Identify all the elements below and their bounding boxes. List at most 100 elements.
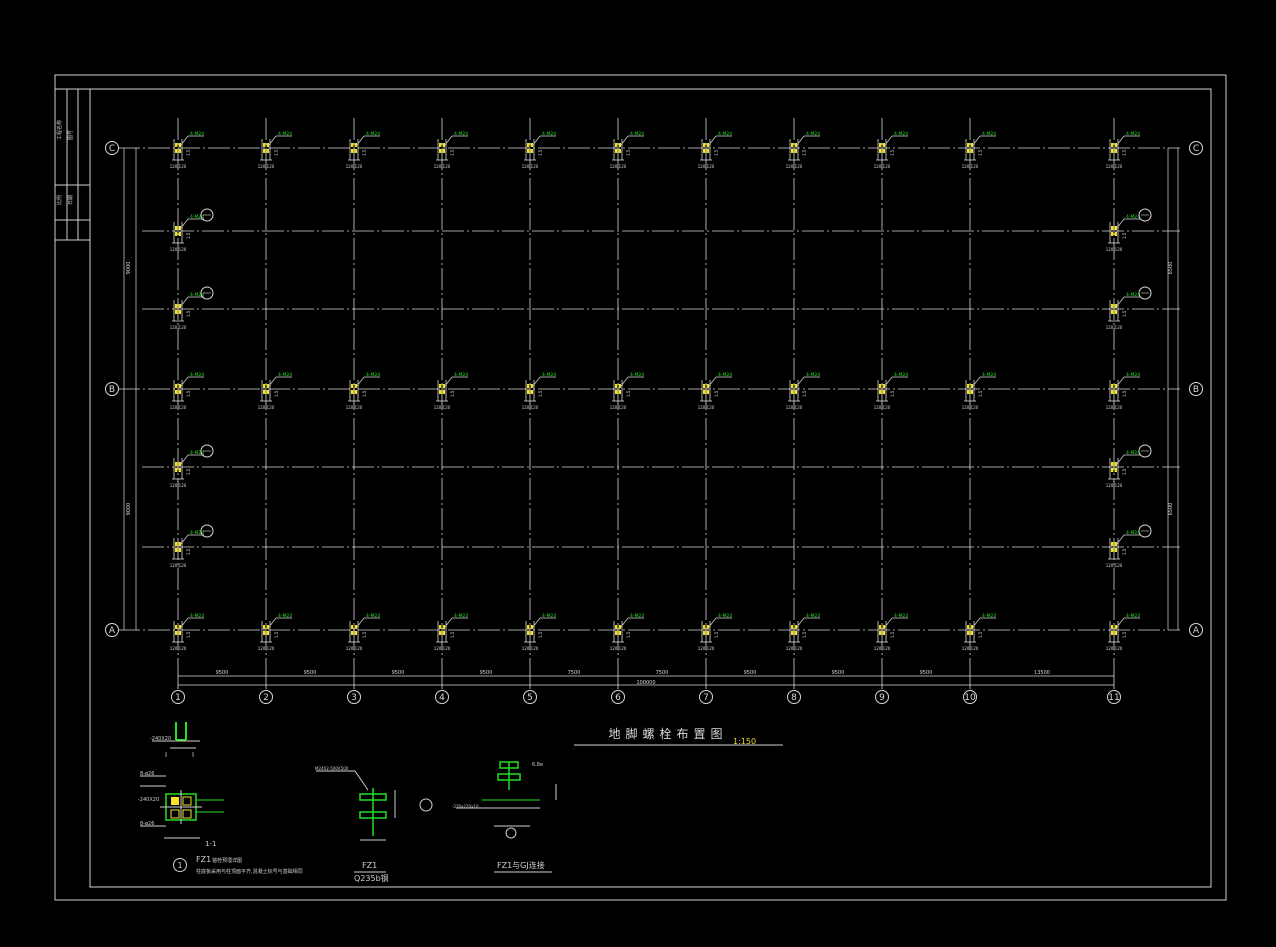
anchor-bolt-icon (439, 625, 442, 629)
axis-label-col: 2 (263, 693, 269, 703)
bolt-anchor-dim: 120|120 (1106, 646, 1123, 651)
bolt-spec-tag: 4-M24 (718, 131, 732, 137)
svg-text:1.5: 1.5 (626, 631, 631, 638)
detail1-text: 柱底板采用与柱顶面平齐,混凝土标号与基础相同 (196, 868, 303, 875)
dim-text-spacing: 13500 (1034, 670, 1050, 676)
bolt-spec-tag: 4-M24 (1126, 131, 1140, 137)
detail-fz1-gj: -270x220x10 6.8e FZ1与GJ连接 (452, 761, 557, 873)
svg-text:1.5: 1.5 (1122, 310, 1127, 317)
bolt-anchor-dim: 120|120 (1106, 247, 1123, 252)
bolt-spec-tag: 4-M24 (278, 131, 292, 137)
anchor-bolt-group: 4-M241.5120|120 (170, 613, 205, 651)
anchor-bolt-icon (439, 384, 442, 388)
dim-text-spacing: 9500 (392, 670, 405, 676)
svg-text:1.5: 1.5 (186, 548, 191, 555)
bolt-anchor-dim: 120|120 (1106, 483, 1123, 488)
svg-text:1.5: 1.5 (538, 149, 543, 156)
anchor-bolt-group: 4-M241.5120|120 (874, 613, 909, 651)
svg-text:1.5: 1.5 (1122, 149, 1127, 156)
svg-text:1.5: 1.5 (1122, 232, 1127, 239)
svg-text:1.5: 1.5 (186, 232, 191, 239)
axis-label-col: 5 (527, 693, 533, 703)
svg-text:1.5: 1.5 (362, 149, 367, 156)
anchor-bolt-icon (1111, 625, 1114, 629)
bolt-spec-tag: 4-M24 (366, 131, 380, 137)
bolt-anchor-dim: 120|120 (170, 646, 187, 651)
bolt-anchor-dim: 120|120 (962, 646, 979, 651)
bolt-spec-tag: 4-M24 (1126, 214, 1140, 220)
detail2-name: FZ1 (362, 861, 377, 870)
bolt-spec-tag: 4-M24 (1126, 450, 1140, 456)
anchor-bolt-group: 4-M241.5120|120 (522, 613, 557, 651)
anchor-bolt-group: 4-M241.5120|120 (962, 372, 997, 410)
bolt-anchor-dim: 120|120 (346, 164, 363, 169)
bolt-spec-tag: 4-M24 (1126, 372, 1140, 378)
anchor-bolt-group: 4-M241.5120|120 (258, 131, 293, 169)
bolt-spec-tag: 4-M24 (542, 131, 556, 137)
anchor-bolt-icon (439, 143, 442, 147)
svg-text:-270x220x10: -270x220x10 (452, 804, 479, 809)
svg-text:1.5: 1.5 (890, 390, 895, 397)
bolt-spec-tag: 4-M24 (630, 613, 644, 619)
svg-text:1.5: 1.5 (538, 390, 543, 397)
anchor-bolt-icon (1111, 304, 1114, 308)
bolt-anchor-dim: 120|120 (346, 405, 363, 410)
svg-text:1.5: 1.5 (362, 390, 367, 397)
drawing-sheet: 工程名称 图号 比例 日期 9500 9500 9500 9500 7500 7500 95… (54, 74, 1227, 901)
svg-text:1.5: 1.5 (802, 631, 807, 638)
bolt-anchor-dim: 120|120 (170, 325, 187, 330)
anchor-bolt-icon (175, 542, 178, 546)
anchor-bolt-group: 4-M241.5120|120 (170, 292, 205, 330)
bolt-anchor-dim: 120|120 (258, 405, 275, 410)
dim-text-total: 100000 (636, 680, 655, 686)
svg-text:1.5: 1.5 (450, 631, 455, 638)
anchor-bolt-icon (351, 625, 354, 629)
anchor-bolt-group: 4-M241.5120|120 (346, 613, 381, 651)
axis-labels: 1 2 3 4 5 6 7 8 9 10 11 C C B B A A (105, 141, 1203, 704)
svg-text:1.5: 1.5 (362, 631, 367, 638)
anchor-bolt-icon (175, 304, 178, 308)
bolt-anchor-dim: 120|120 (698, 164, 715, 169)
axis-label-col: 7 (703, 693, 709, 703)
anchor-bolt-group: 4-M241.5120|120 (434, 131, 469, 169)
anchor-bolt-group: 4-M241.5120|120 (610, 372, 645, 410)
axis-label-col: 1 (175, 693, 181, 703)
bolt-spec-tag: 4-M24 (982, 372, 996, 378)
title-block-cell-2: 图号 (68, 130, 74, 140)
outer-border (54, 74, 1227, 901)
anchor-bolt-group: 4-M241.5120|120 (698, 372, 733, 410)
detail1-name: FZ1 (196, 855, 211, 864)
bolt-spec-tag: 4-M24 (718, 613, 732, 619)
svg-text:1.5: 1.5 (186, 310, 191, 317)
bolt-anchor-dim: 120|120 (1106, 405, 1123, 410)
axis-label-col: 4 (439, 693, 445, 703)
axis-label-row: A (1193, 626, 1200, 636)
dim-text-right: 6500 (1168, 503, 1174, 516)
detail1-marker: 1 (177, 861, 182, 870)
svg-text:1.5: 1.5 (186, 390, 191, 397)
anchor-bolt-group: 4-M241.5120|120 (258, 613, 293, 651)
anchor-bolt-icon (967, 625, 970, 629)
anchor-bolt-group: 4-M241.5120|120 (170, 372, 205, 410)
anchor-bolt-group: 4-M241.5120|120 (1106, 613, 1141, 651)
anchor-bolt-group: 4-M241.5120|120 (1106, 292, 1141, 330)
detail-fz1-column: M24X2-500X500 FZ1 Q235b钢 (315, 766, 433, 883)
axis-label-col: 10 (964, 693, 976, 703)
axis-label-row: C (1193, 144, 1199, 154)
anchor-bolt-icon (967, 143, 970, 147)
bolt-spec-tag: 4-M24 (278, 613, 292, 619)
svg-text:1.5: 1.5 (186, 149, 191, 156)
drawing-scale: 1:150 (733, 737, 756, 746)
anchor-bolt-group: 4-M241.5120|120 (522, 372, 557, 410)
anchor-bolt-group: 4-M241.5120|120 (522, 131, 557, 169)
axis-label-col: 11 (1108, 693, 1119, 703)
anchor-bolt-icon (1111, 462, 1114, 466)
svg-text:1.5: 1.5 (450, 149, 455, 156)
bolt-anchor-dim: 120|120 (170, 247, 187, 252)
bolt-spec-tag: 4-M24 (1126, 530, 1140, 536)
axis-label-row: A (109, 626, 116, 636)
anchor-bolt-icon (791, 143, 794, 147)
anchor-bolt-group: 4-M241.5120|120 (1106, 372, 1141, 410)
svg-text:1.5: 1.5 (890, 631, 895, 638)
anchor-bolt-icon (175, 462, 178, 466)
